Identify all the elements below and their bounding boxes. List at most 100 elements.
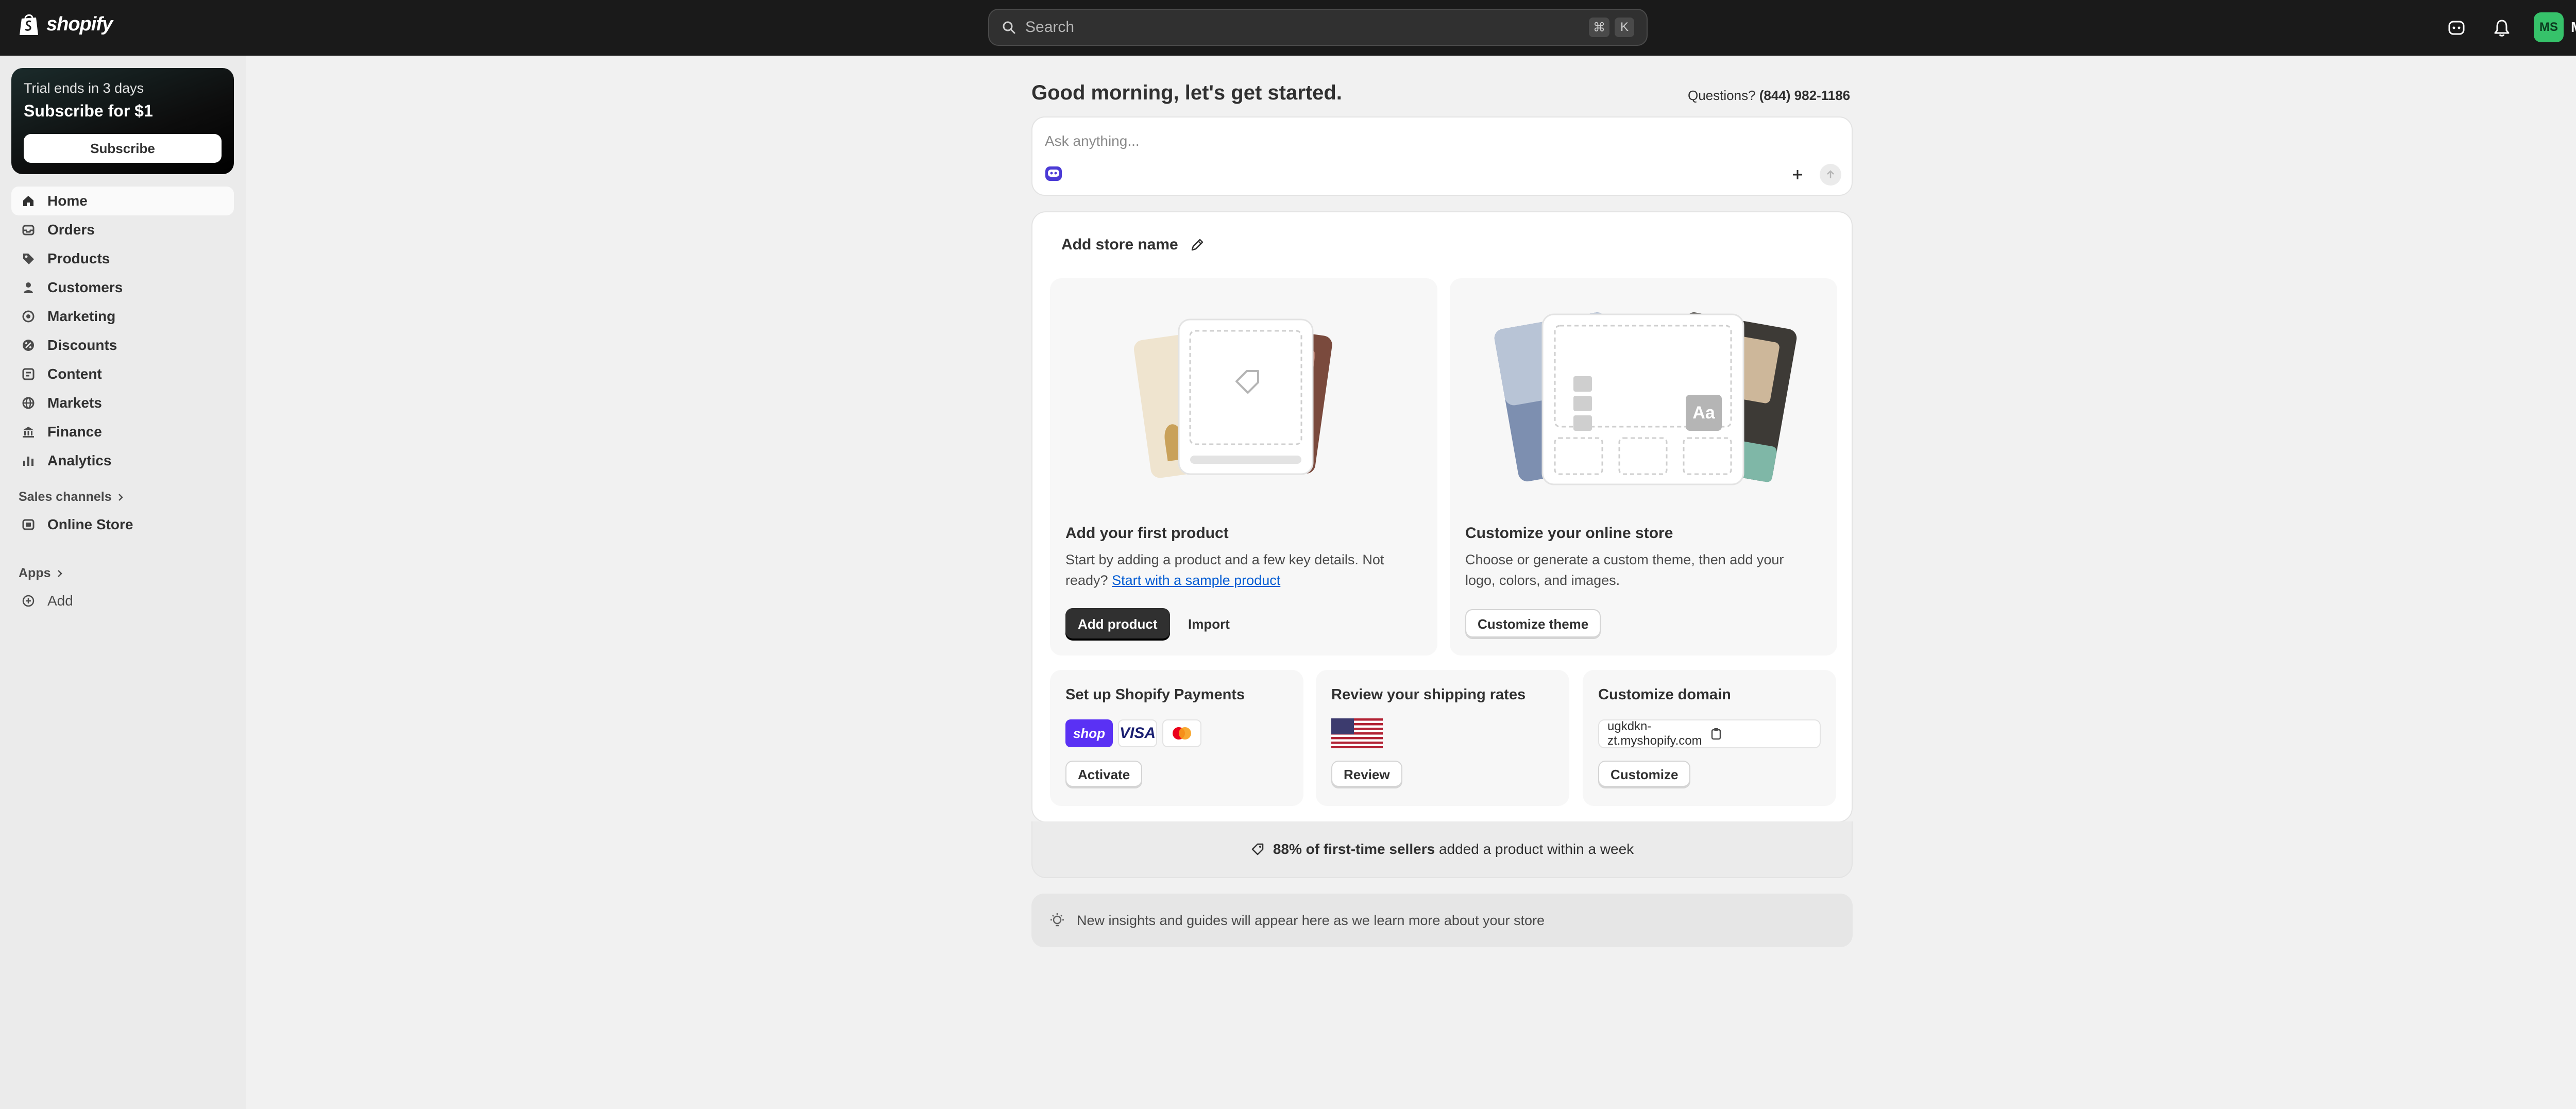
payments-title: Set up Shopify Payments bbox=[1065, 686, 1245, 703]
sidebar-item-home[interactable]: Home bbox=[11, 187, 234, 215]
customize-theme-button[interactable]: Customize theme bbox=[1465, 609, 1601, 639]
plus-icon[interactable] bbox=[1789, 166, 1806, 183]
bell-icon[interactable] bbox=[2490, 16, 2513, 39]
sidebar-item-markets[interactable]: Markets bbox=[11, 389, 234, 417]
sidebar-item-label: Analytics bbox=[47, 452, 112, 468]
chevron-right-icon bbox=[117, 493, 124, 502]
product-illustration bbox=[1050, 278, 1437, 505]
payments-card: Set up Shopify Payments shop VISA Activa… bbox=[1050, 670, 1303, 806]
payment-methods: shop VISA bbox=[1065, 719, 1201, 747]
shipping-card: Review your shipping rates Review bbox=[1316, 670, 1569, 806]
bar-chart-icon bbox=[21, 453, 36, 468]
tip-text: 88% of first-time sellers added a produc… bbox=[1273, 841, 1634, 858]
sidebar-item-customers[interactable]: Customers bbox=[11, 273, 234, 302]
storefront-icon bbox=[21, 517, 36, 532]
review-button[interactable]: Review bbox=[1331, 761, 1402, 788]
customize-store-description: Choose or generate a custom theme, then … bbox=[1465, 552, 1784, 588]
sales-channels-label: Sales channels bbox=[19, 490, 112, 504]
sample-product-link[interactable]: Start with a sample product bbox=[1112, 573, 1280, 588]
add-product-title: Add your first product bbox=[1065, 525, 1229, 542]
sidebar-item-content[interactable]: Content bbox=[11, 360, 234, 389]
lightbulb-icon bbox=[1049, 912, 1065, 929]
import-button[interactable]: Import bbox=[1188, 608, 1230, 640]
store-name-title: Add store name bbox=[1061, 236, 1178, 253]
sidekick-icon bbox=[1044, 164, 1063, 183]
sales-channels-header[interactable]: Sales channels bbox=[19, 490, 124, 505]
add-product-button[interactable]: Add product bbox=[1065, 608, 1170, 640]
main-nav: Home Orders Products Customers Marketing… bbox=[11, 187, 234, 475]
customize-domain-button[interactable]: Customize bbox=[1598, 761, 1691, 788]
font-sample: Aa bbox=[1692, 402, 1715, 423]
chevron-right-icon bbox=[56, 569, 63, 578]
sidebar-item-label: Content bbox=[47, 366, 102, 382]
customize-store-title: Customize your online store bbox=[1465, 525, 1673, 542]
tag-icon bbox=[21, 251, 36, 266]
domain-field[interactable]: ugkdkn-zt.myshopify.com bbox=[1598, 719, 1821, 748]
sidebar: Trial ends in 3 days Subscribe for $1 Su… bbox=[0, 56, 246, 1109]
search-placeholder: Search bbox=[1025, 19, 1075, 36]
sidebar-item-discounts[interactable]: Discounts bbox=[11, 331, 234, 360]
sidebar-item-products[interactable]: Products bbox=[11, 244, 234, 273]
target-icon bbox=[21, 309, 36, 324]
apps-label: Apps bbox=[19, 566, 51, 580]
trial-banner: Trial ends in 3 days Subscribe for $1 Su… bbox=[11, 68, 234, 174]
ask-input[interactable]: Ask anything... bbox=[1045, 133, 1140, 149]
inbox-icon bbox=[21, 222, 36, 238]
apps-header[interactable]: Apps bbox=[19, 566, 63, 581]
insights-banner: New insights and guides will appear here… bbox=[1031, 894, 1853, 947]
trial-offer: Subscribe for $1 bbox=[24, 102, 153, 120]
kbd-cmd: ⌘ bbox=[1589, 18, 1609, 37]
tag-icon bbox=[1250, 842, 1265, 856]
shopify-logo[interactable]: shopify bbox=[19, 12, 113, 36]
bank-icon bbox=[21, 424, 36, 440]
sidebar-item-online-store[interactable]: Online Store bbox=[11, 510, 234, 539]
subscribe-button[interactable]: Subscribe bbox=[24, 134, 222, 163]
sidebar-item-orders[interactable]: Orders bbox=[11, 215, 234, 244]
ask-sidekick-box[interactable]: Ask anything... bbox=[1031, 116, 1853, 196]
activate-button[interactable]: Activate bbox=[1065, 761, 1143, 788]
sidebar-item-label: Marketing bbox=[47, 308, 116, 324]
support-phone: Questions? (844) 982-1186 bbox=[1688, 88, 1850, 104]
store-name-editor[interactable]: Add store name bbox=[1061, 236, 1205, 254]
setup-guide-card: Add store name Add your first product St… bbox=[1031, 211, 1853, 822]
sidebar-item-analytics[interactable]: Analytics bbox=[11, 446, 234, 475]
copy-icon[interactable] bbox=[1709, 727, 1811, 741]
domain-title: Customize domain bbox=[1598, 686, 1731, 703]
sidebar-item-label: Customers bbox=[47, 279, 123, 295]
domain-card: Customize domain ugkdkn-zt.myshopify.com… bbox=[1583, 670, 1836, 806]
add-product-card: Add your first product Start by adding a… bbox=[1050, 278, 1437, 656]
sidebar-item-marketing[interactable]: Marketing bbox=[11, 302, 234, 331]
globe-icon bbox=[21, 395, 36, 411]
content-icon bbox=[21, 366, 36, 382]
phone-number[interactable]: (844) 982-1186 bbox=[1759, 88, 1850, 103]
home-icon bbox=[21, 193, 36, 209]
person-icon bbox=[21, 280, 36, 295]
store-name: My Store bbox=[2571, 19, 2576, 36]
plus-circle-icon bbox=[21, 593, 36, 609]
sidekick-icon[interactable] bbox=[2445, 16, 2468, 39]
sidebar-item-label: Home bbox=[47, 193, 88, 209]
visa-icon: VISA bbox=[1118, 719, 1157, 747]
shipping-title: Review your shipping rates bbox=[1331, 686, 1526, 703]
sidebar-item-label: Products bbox=[47, 250, 110, 266]
domain-value: ugkdkn-zt.myshopify.com bbox=[1607, 719, 1702, 748]
sidebar-item-label: Finance bbox=[47, 424, 102, 440]
shopping-bag-icon bbox=[19, 12, 39, 36]
sales-channels-nav: Online Store bbox=[11, 510, 234, 539]
search-bar[interactable]: Search ⌘ K bbox=[988, 9, 1648, 46]
sidebar-item-add-app[interactable]: Add bbox=[11, 586, 234, 615]
trial-status: Trial ends in 3 days bbox=[24, 80, 144, 96]
add-product-description: Start by adding a product and a few key … bbox=[1065, 549, 1416, 591]
store-menu[interactable]: MS My Store bbox=[2534, 12, 2576, 42]
arrow-up-icon bbox=[1825, 169, 1836, 180]
shop-pay-icon: shop bbox=[1065, 719, 1113, 747]
sidebar-item-finance[interactable]: Finance bbox=[11, 417, 234, 446]
pencil-icon[interactable] bbox=[1190, 237, 1205, 253]
sidebar-item-label: Orders bbox=[47, 222, 95, 238]
send-button[interactable] bbox=[1820, 164, 1841, 186]
insights-text: New insights and guides will appear here… bbox=[1077, 912, 1545, 928]
search-icon bbox=[1002, 20, 1016, 35]
top-bar: shopify Search ⌘ K MS My Store bbox=[0, 0, 2576, 56]
apps-nav: Add bbox=[11, 586, 234, 615]
page-title: Good morning, let's get started. bbox=[1031, 81, 1342, 104]
